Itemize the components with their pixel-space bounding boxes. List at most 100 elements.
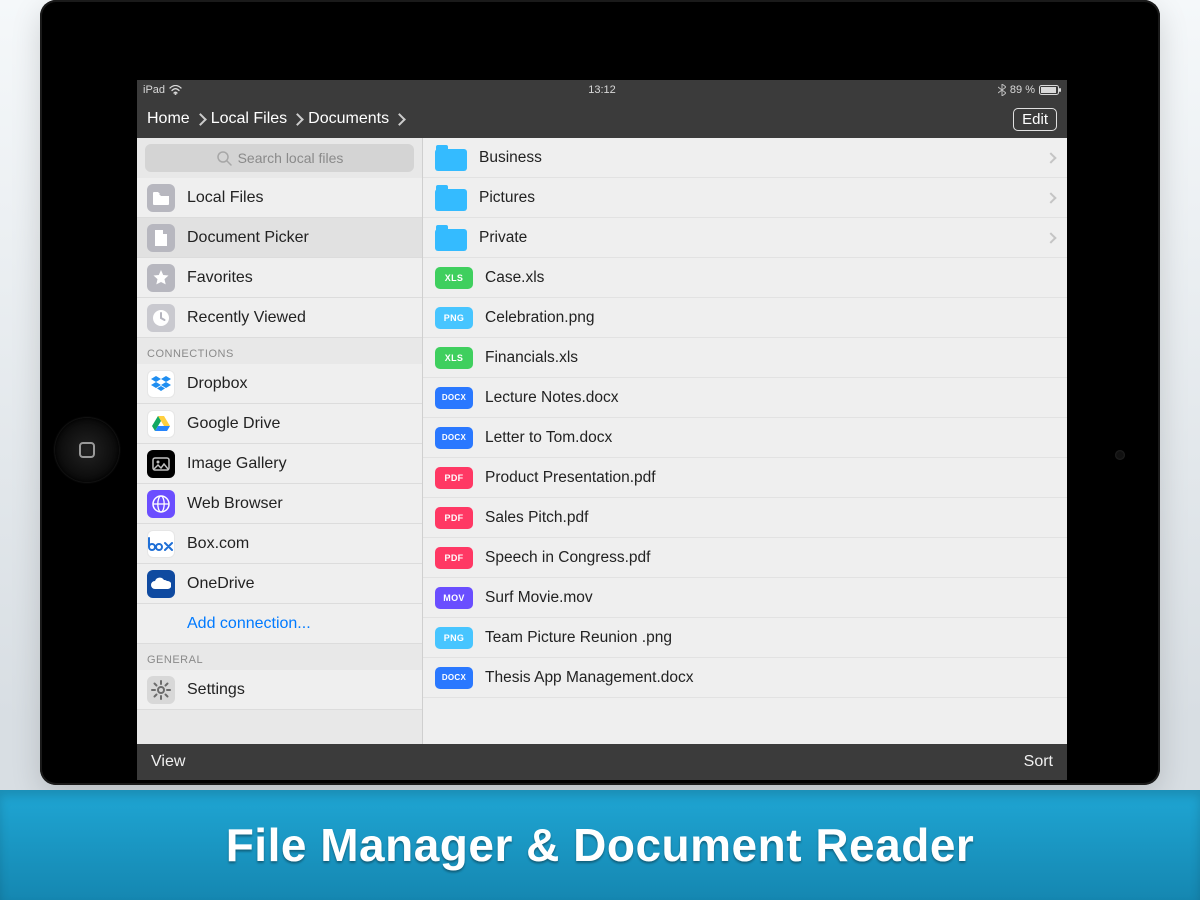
ipad-home-button[interactable]: [55, 418, 119, 482]
onedrive-icon: [147, 570, 175, 598]
file-row[interactable]: Pictures: [423, 178, 1067, 218]
sidebar-item-recently-viewed[interactable]: Recently Viewed: [137, 298, 422, 338]
main-split: Search local files Local Files Document …: [137, 138, 1067, 744]
folder-icon: [435, 145, 467, 171]
docx-badge-icon: DOCX: [435, 667, 473, 689]
clock-label: 13:12: [588, 84, 616, 96]
sidebar-item-label: Dropbox: [187, 375, 247, 393]
folder-icon: [435, 185, 467, 211]
breadcrumb-item[interactable]: Home: [147, 110, 190, 128]
battery-label: 89 %: [1010, 84, 1035, 96]
chevron-right-icon: [1045, 232, 1056, 243]
edit-button[interactable]: Edit: [1013, 108, 1057, 131]
search-icon: [216, 150, 232, 166]
file-name: Surf Movie.mov: [485, 589, 593, 607]
chevron-right-icon: [194, 113, 207, 126]
box-icon: [147, 530, 175, 558]
png-badge-icon: PNG: [435, 627, 473, 649]
breadcrumb-item[interactable]: Local Files: [211, 110, 287, 128]
sidebar-item-settings[interactable]: Settings: [137, 670, 422, 710]
breadcrumb: Home Local Files Documents: [147, 110, 404, 128]
sidebar-item-box[interactable]: Box.com: [137, 524, 422, 564]
ipad-frame: iPad 13:12 89 % Home Local Fil: [40, 0, 1160, 785]
wifi-icon: [169, 85, 182, 95]
chevron-right-icon: [1045, 152, 1056, 163]
search-input[interactable]: Search local files: [145, 144, 414, 172]
file-row[interactable]: XLS Case.xls: [423, 258, 1067, 298]
sidebar-item-label: Google Drive: [187, 415, 280, 433]
sort-button[interactable]: Sort: [1024, 753, 1053, 771]
chevron-right-icon: [393, 113, 406, 126]
sidebar-item-image-gallery[interactable]: Image Gallery: [137, 444, 422, 484]
view-button[interactable]: View: [151, 753, 185, 771]
file-name: Business: [479, 149, 542, 167]
top-bar: Home Local Files Documents Edit: [137, 100, 1067, 138]
sidebar-item-document-picker[interactable]: Document Picker: [137, 218, 422, 258]
gear-icon: [147, 676, 175, 704]
dropbox-icon: [147, 370, 175, 398]
file-name: Letter to Tom.docx: [485, 429, 612, 447]
breadcrumb-item[interactable]: Documents: [308, 110, 389, 128]
file-row[interactable]: PDF Sales Pitch.pdf: [423, 498, 1067, 538]
file-row[interactable]: DOCXThesis App Management.docx: [423, 658, 1067, 698]
pdf-badge-icon: PDF: [435, 507, 473, 529]
google-drive-icon: [147, 410, 175, 438]
png-badge-icon: PNG: [435, 307, 473, 329]
file-list[interactable]: Business Pictures Private XLS Case.xls PNGCel…: [423, 138, 1067, 744]
file-row[interactable]: PNGTeam Picture Reunion .png: [423, 618, 1067, 658]
file-row[interactable]: DOCXLecture Notes.docx: [423, 378, 1067, 418]
bottom-bar: View Sort: [137, 744, 1067, 780]
sidebar-item-label: Web Browser: [187, 495, 283, 513]
document-icon: [147, 224, 175, 252]
sidebar-item-label: Local Files: [187, 189, 263, 207]
file-row[interactable]: Business: [423, 138, 1067, 178]
file-row[interactable]: Private: [423, 218, 1067, 258]
sidebar-item-label: Add connection...: [187, 615, 311, 633]
xls-badge-icon: XLS: [435, 267, 473, 289]
sidebar-item-label: Box.com: [187, 535, 249, 553]
sidebar-item-web-browser[interactable]: Web Browser: [137, 484, 422, 524]
file-row[interactable]: PDF Product Presentation.pdf: [423, 458, 1067, 498]
sidebar-item-label: Settings: [187, 681, 245, 699]
file-row[interactable]: XLSFinancials.xls: [423, 338, 1067, 378]
sidebar-section-connections: CONNECTIONS: [137, 338, 422, 364]
mov-badge-icon: MOV: [435, 587, 473, 609]
spacer-icon: [147, 610, 175, 638]
sidebar-item-label: Image Gallery: [187, 455, 287, 473]
sidebar-item-label: OneDrive: [187, 575, 255, 593]
clock-icon: [147, 304, 175, 332]
sidebar-item-label: Document Picker: [187, 229, 309, 247]
ipad-camera: [1115, 450, 1125, 460]
file-name: Lecture Notes.docx: [485, 389, 619, 407]
pdf-badge-icon: PDF: [435, 547, 473, 569]
file-row[interactable]: PNGCelebration.png: [423, 298, 1067, 338]
sidebar-item-label: Favorites: [187, 269, 253, 287]
sidebar-item-dropbox[interactable]: Dropbox: [137, 364, 422, 404]
chevron-right-icon: [1045, 192, 1056, 203]
device-label: iPad: [143, 84, 165, 96]
file-name: Case.xls: [485, 269, 544, 287]
folder-icon: [435, 225, 467, 251]
sidebar-item-add-connection[interactable]: Add connection...: [137, 604, 422, 644]
chevron-right-icon: [291, 113, 304, 126]
xls-badge-icon: XLS: [435, 347, 473, 369]
file-name: Sales Pitch.pdf: [485, 509, 588, 527]
sidebar-section-general: GENERAL: [137, 644, 422, 670]
sidebar-item-local-files[interactable]: Local Files: [137, 178, 422, 218]
globe-icon: [147, 490, 175, 518]
file-name: Speech in Congress.pdf: [485, 549, 650, 567]
folder-icon: [147, 184, 175, 212]
file-name: Private: [479, 229, 527, 247]
file-row[interactable]: DOCXLetter to Tom.docx: [423, 418, 1067, 458]
file-name: Product Presentation.pdf: [485, 469, 656, 487]
file-name: Pictures: [479, 189, 535, 207]
status-bar: iPad 13:12 89 %: [137, 80, 1067, 100]
pdf-badge-icon: PDF: [435, 467, 473, 489]
sidebar-item-label: Recently Viewed: [187, 309, 306, 327]
sidebar-item-favorites[interactable]: Favorites: [137, 258, 422, 298]
file-row[interactable]: MOV Surf Movie.mov: [423, 578, 1067, 618]
sidebar-item-onedrive[interactable]: OneDrive: [137, 564, 422, 604]
bluetooth-icon: [998, 84, 1006, 96]
file-row[interactable]: PDF Speech in Congress.pdf: [423, 538, 1067, 578]
sidebar-item-google-drive[interactable]: Google Drive: [137, 404, 422, 444]
